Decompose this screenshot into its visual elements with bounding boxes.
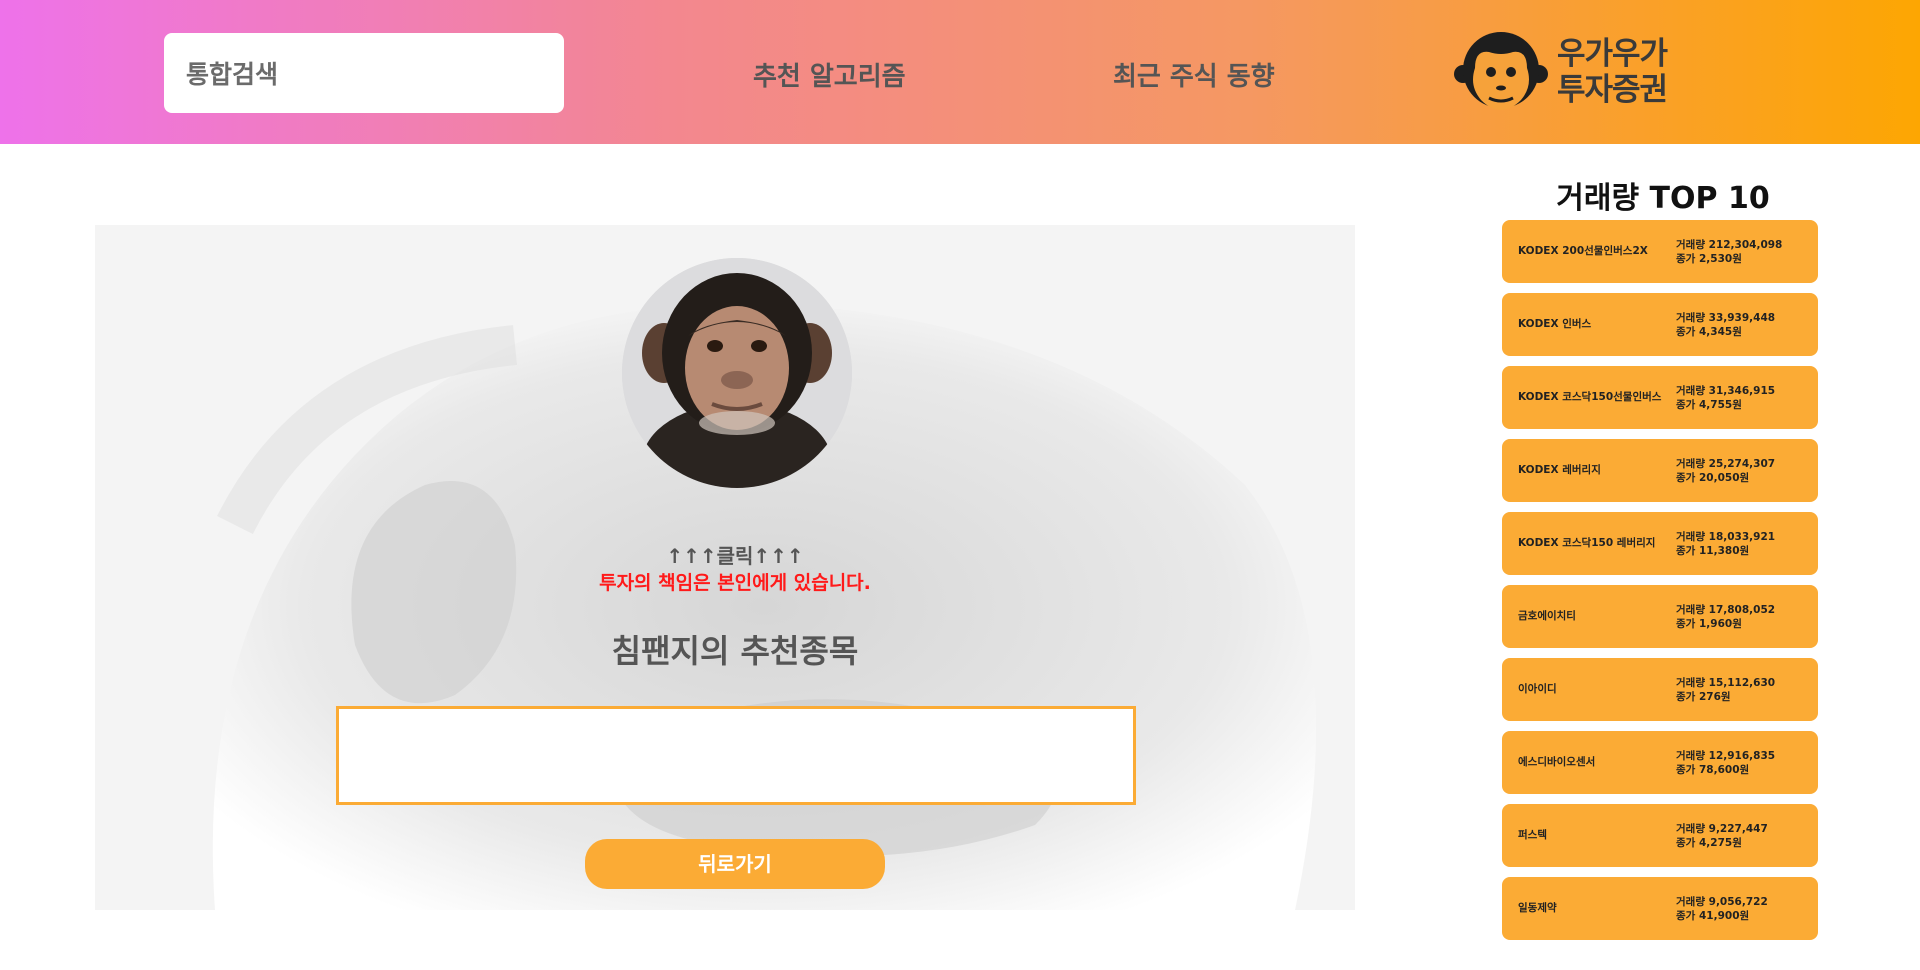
top10-item[interactable]: 에스디바이오센서 거래량 12,916,835 종가 78,600원 bbox=[1502, 731, 1818, 794]
stock-name: KODEX 코스닥150 레버리지 bbox=[1518, 537, 1656, 549]
stock-name: 이아이디 bbox=[1518, 683, 1557, 695]
logo-text: 우가우가 투자증권 bbox=[1557, 36, 1668, 108]
top10-item[interactable]: 이아이디 거래량 15,112,630 종가 276원 bbox=[1502, 658, 1818, 721]
stock-volume: 거래량 12,916,835 bbox=[1676, 750, 1776, 762]
stock-stats: 거래량 12,916,835 종가 78,600원 bbox=[1676, 749, 1775, 777]
stock-stats: 거래량 25,274,307 종가 20,050원 bbox=[1676, 457, 1775, 485]
stock-close-price: 종가 4,345원 bbox=[1676, 326, 1742, 338]
top10-item[interactable]: KODEX 200선물인버스2X 거래량 212,304,098 종가 2,53… bbox=[1502, 220, 1818, 283]
top10-item[interactable]: KODEX 코스닥150선물인버스 거래량 31,346,915 종가 4,75… bbox=[1502, 366, 1818, 429]
monkey-logo-icon bbox=[1454, 32, 1548, 110]
stock-volume: 거래량 18,033,921 bbox=[1676, 531, 1776, 543]
stock-name: 금호에이치티 bbox=[1518, 610, 1576, 622]
top10-item[interactable]: KODEX 레버리지 거래량 25,274,307 종가 20,050원 bbox=[1502, 439, 1818, 502]
recommendation-title: 침팬지의 추천종목 bbox=[611, 632, 859, 670]
stock-name: KODEX 레버리지 bbox=[1518, 464, 1601, 476]
stock-close-price: 종가 1,960원 bbox=[1676, 618, 1742, 630]
stock-stats: 거래량 17,808,052 종가 1,960원 bbox=[1676, 603, 1775, 631]
top10-item[interactable]: KODEX 코스닥150 레버리지 거래량 18,033,921 종가 11,3… bbox=[1502, 512, 1818, 575]
stock-close-price: 종가 4,275원 bbox=[1676, 837, 1742, 849]
search-input[interactable]: 통합검색 bbox=[164, 33, 564, 113]
chimp-avatar-button[interactable] bbox=[622, 258, 852, 488]
stock-close-price: 종가 11,380원 bbox=[1676, 545, 1750, 557]
stock-stats: 거래량 33,939,448 종가 4,345원 bbox=[1676, 311, 1775, 339]
top10-list: KODEX 200선물인버스2X 거래량 212,304,098 종가 2,53… bbox=[1502, 220, 1818, 950]
stock-name: 에스디바이오센서 bbox=[1518, 756, 1596, 768]
header-bar: 통합검색 추천 알고리즘 최근 주식 동향 우가우가 투자증권 bbox=[0, 0, 1920, 144]
nav-recent-stock-trend[interactable]: 최근 주식 동향 bbox=[1113, 56, 1275, 93]
stock-name: KODEX 인버스 bbox=[1518, 318, 1592, 330]
logo[interactable]: 우가우가 투자증권 bbox=[1453, 26, 1673, 122]
top10-title: 거래량 TOP 10 bbox=[1556, 181, 1770, 216]
stock-stats: 거래량 9,227,447 종가 4,275원 bbox=[1676, 822, 1768, 850]
logo-text-line2: 투자증권 bbox=[1557, 72, 1668, 108]
stock-name: 일동제약 bbox=[1518, 902, 1557, 914]
stock-volume: 거래량 212,304,098 bbox=[1676, 239, 1783, 251]
stock-close-price: 종가 276원 bbox=[1676, 691, 1731, 703]
stock-stats: 거래량 212,304,098 종가 2,530원 bbox=[1676, 238, 1782, 266]
chimp-face-icon bbox=[622, 258, 852, 488]
stock-name: 퍼스텍 bbox=[1518, 829, 1547, 841]
logo-text-line1: 우가우가 bbox=[1557, 36, 1668, 72]
stock-stats: 거래량 18,033,921 종가 11,380원 bbox=[1676, 530, 1775, 558]
search-placeholder: 통합검색 bbox=[186, 60, 279, 89]
click-hint-text: ↑↑↑클릭↑↑↑ bbox=[666, 544, 804, 568]
stock-volume: 거래량 17,808,052 bbox=[1676, 604, 1776, 616]
stock-volume: 거래량 31,346,915 bbox=[1676, 385, 1776, 397]
stock-stats: 거래량 31,346,915 종가 4,755원 bbox=[1676, 384, 1775, 412]
top10-item[interactable]: 일동제약 거래량 9,056,722 종가 41,900원 bbox=[1502, 877, 1818, 940]
stock-volume: 거래량 9,056,722 bbox=[1676, 896, 1768, 908]
stock-close-price: 종가 20,050원 bbox=[1676, 472, 1750, 484]
stock-name: KODEX 코스닥150선물인버스 bbox=[1518, 391, 1662, 403]
stock-name: KODEX 200선물인버스2X bbox=[1518, 245, 1648, 257]
nav-recommend-algorithm[interactable]: 추천 알고리즘 bbox=[753, 56, 906, 93]
top10-item[interactable]: 금호에이치티 거래량 17,808,052 종가 1,960원 bbox=[1502, 585, 1818, 648]
recommendation-result-box bbox=[336, 706, 1136, 805]
stock-close-price: 종가 2,530원 bbox=[1676, 253, 1742, 265]
investment-disclaimer: 투자의 책임은 본인에게 있습니다. bbox=[599, 572, 871, 594]
stock-volume: 거래량 15,112,630 bbox=[1676, 677, 1776, 689]
stock-stats: 거래량 9,056,722 종가 41,900원 bbox=[1676, 895, 1768, 923]
top10-item[interactable]: KODEX 인버스 거래량 33,939,448 종가 4,345원 bbox=[1502, 293, 1818, 356]
back-button[interactable]: 뒤로가기 bbox=[585, 839, 885, 889]
stock-stats: 거래량 15,112,630 종가 276원 bbox=[1676, 676, 1775, 704]
stock-close-price: 종가 41,900원 bbox=[1676, 910, 1750, 922]
stock-close-price: 종가 78,600원 bbox=[1676, 764, 1750, 776]
stock-volume: 거래량 25,274,307 bbox=[1676, 458, 1776, 470]
stock-close-price: 종가 4,755원 bbox=[1676, 399, 1742, 411]
stock-volume: 거래량 33,939,448 bbox=[1676, 312, 1776, 324]
top10-item[interactable]: 퍼스텍 거래량 9,227,447 종가 4,275원 bbox=[1502, 804, 1818, 867]
stock-volume: 거래량 9,227,447 bbox=[1676, 823, 1768, 835]
